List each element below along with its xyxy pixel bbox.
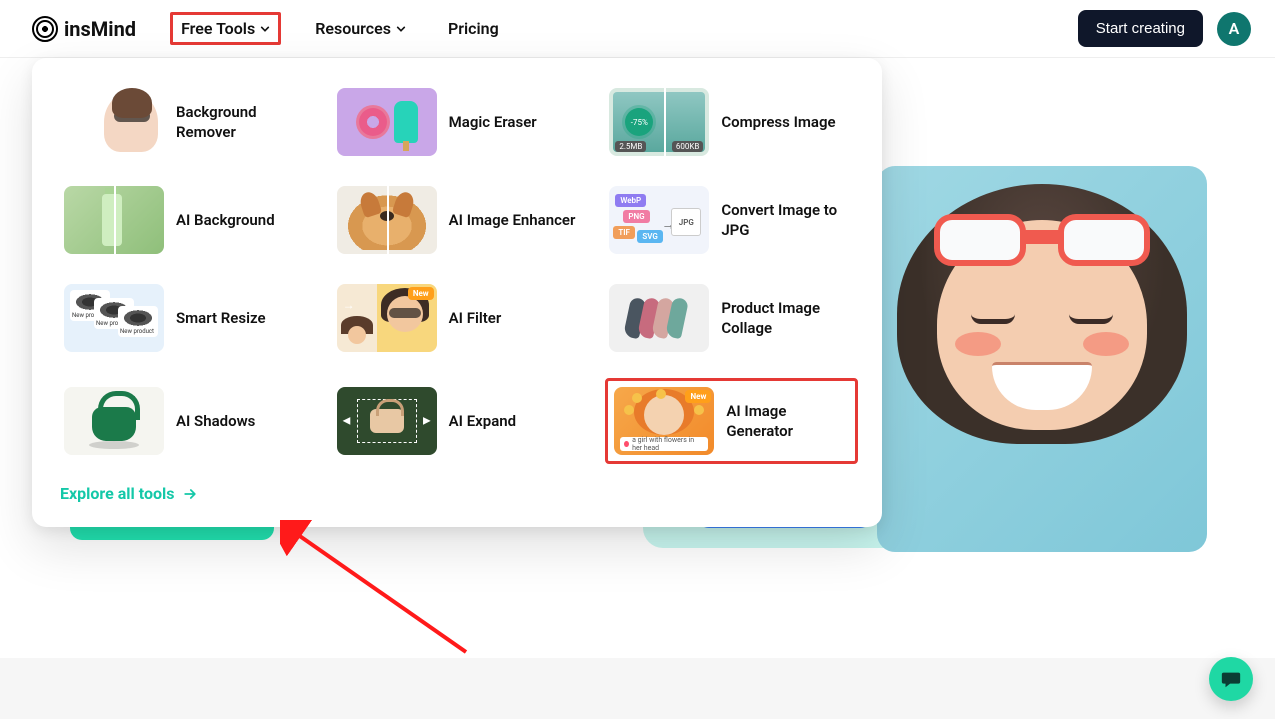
nav-pricing[interactable]: Pricing xyxy=(440,13,507,44)
tool-thumb: New → xyxy=(337,284,437,352)
explore-all-tools-link[interactable]: Explore all tools xyxy=(60,484,858,503)
tool-convert-image-to-jpg[interactable]: WebP PNG TIF SVG → JPG Convert Image to … xyxy=(605,182,858,258)
tool-label: AI Image Generator xyxy=(726,401,849,442)
compress-percent: -75% xyxy=(625,108,653,136)
main-nav: Free Tools Resources Pricing xyxy=(170,12,507,45)
tool-label: Magic Eraser xyxy=(449,112,537,132)
file-chip: WebP xyxy=(615,194,646,207)
tool-thumb: ◀ ▶ xyxy=(337,387,437,455)
nav-free-tools-label: Free Tools xyxy=(181,19,255,38)
tool-label: Smart Resize xyxy=(176,308,266,328)
footer-strip xyxy=(0,658,1275,719)
gen-prompt-preview: a girl with flowers in her head xyxy=(620,437,708,451)
brand-logo[interactable]: insMind xyxy=(32,16,136,42)
file-chip: TIF xyxy=(613,226,635,239)
start-creating-button[interactable]: Start creating xyxy=(1078,10,1203,47)
header-right: Start creating A xyxy=(1078,10,1251,47)
logo-icon xyxy=(32,16,58,42)
tool-ai-expand[interactable]: ◀ ▶ AI Expand xyxy=(333,378,586,464)
tool-label: AI Background xyxy=(176,210,275,230)
tool-label: Convert Image to JPG xyxy=(721,200,854,241)
tool-thumb xyxy=(64,88,164,156)
record-icon xyxy=(624,441,629,447)
new-badge: New xyxy=(408,287,434,300)
tool-thumb: -75% 2.5MB 600KB xyxy=(609,88,709,156)
tool-label: AI Expand xyxy=(449,411,516,431)
tool-ai-image-enhancer[interactable]: AI Image Enhancer xyxy=(333,182,586,258)
tool-ai-filter[interactable]: New → AI Filter xyxy=(333,280,586,356)
arrow-right-icon: ▶ xyxy=(423,416,431,427)
tool-thumb xyxy=(609,284,709,352)
file-chip: PNG xyxy=(623,210,649,223)
main-header: insMind Free Tools Resources Pricing Sta… xyxy=(0,0,1275,58)
tool-label: AI Image Enhancer xyxy=(449,210,576,230)
tool-magic-eraser[interactable]: Magic Eraser xyxy=(333,84,586,160)
nav-pricing-label: Pricing xyxy=(448,19,499,38)
chat-widget-button[interactable] xyxy=(1209,657,1253,701)
avatar[interactable]: A xyxy=(1217,12,1251,46)
tool-ai-shadows[interactable]: AI Shadows xyxy=(60,378,313,464)
compress-size-after: 600KB xyxy=(672,141,704,152)
brand-name: insMind xyxy=(64,17,136,41)
tool-thumb: New product New product New product xyxy=(64,284,164,352)
arrow-left-icon: ◀ xyxy=(343,416,351,427)
tool-thumb: New a girl with flowers in her head xyxy=(614,387,714,455)
tool-thumb xyxy=(337,88,437,156)
tool-ai-image-generator[interactable]: New a girl with flowers in her head AI I… xyxy=(605,378,858,464)
file-chip: SVG xyxy=(637,230,662,243)
annotation-arrow xyxy=(280,520,480,660)
tool-label: Product Image Collage xyxy=(721,298,854,339)
free-tools-dropdown: Background Remover Magic Eraser -75% 2.5… xyxy=(32,58,882,527)
chevron-down-icon xyxy=(396,24,406,34)
tool-compress-image[interactable]: -75% 2.5MB 600KB Compress Image xyxy=(605,84,858,160)
tool-background-remover[interactable]: Background Remover xyxy=(60,84,313,160)
nav-resources[interactable]: Resources xyxy=(307,13,414,44)
nav-resources-label: Resources xyxy=(315,19,391,38)
tool-label: Background Remover xyxy=(176,102,309,143)
chat-icon xyxy=(1220,668,1242,690)
tool-ai-background[interactable]: AI Background xyxy=(60,182,313,258)
file-target: JPG xyxy=(671,208,701,236)
new-badge: New xyxy=(685,390,711,403)
tool-thumb xyxy=(64,387,164,455)
tool-label: AI Shadows xyxy=(176,411,255,431)
tool-label: Compress Image xyxy=(721,112,835,132)
arrow-right-icon: → xyxy=(343,298,355,312)
nav-free-tools[interactable]: Free Tools xyxy=(170,12,281,45)
tool-product-image-collage[interactable]: Product Image Collage xyxy=(605,280,858,356)
chevron-down-icon xyxy=(260,24,270,34)
tool-label: AI Filter xyxy=(449,308,502,328)
tool-thumb xyxy=(337,186,437,254)
compress-size-before: 2.5MB xyxy=(615,141,646,152)
arrow-right-icon xyxy=(182,486,198,502)
explore-label: Explore all tools xyxy=(60,484,174,503)
hero-illustration xyxy=(877,166,1207,552)
tool-smart-resize[interactable]: New product New product New product Smar… xyxy=(60,280,313,356)
tool-thumb xyxy=(64,186,164,254)
tool-thumb: WebP PNG TIF SVG → JPG xyxy=(609,186,709,254)
